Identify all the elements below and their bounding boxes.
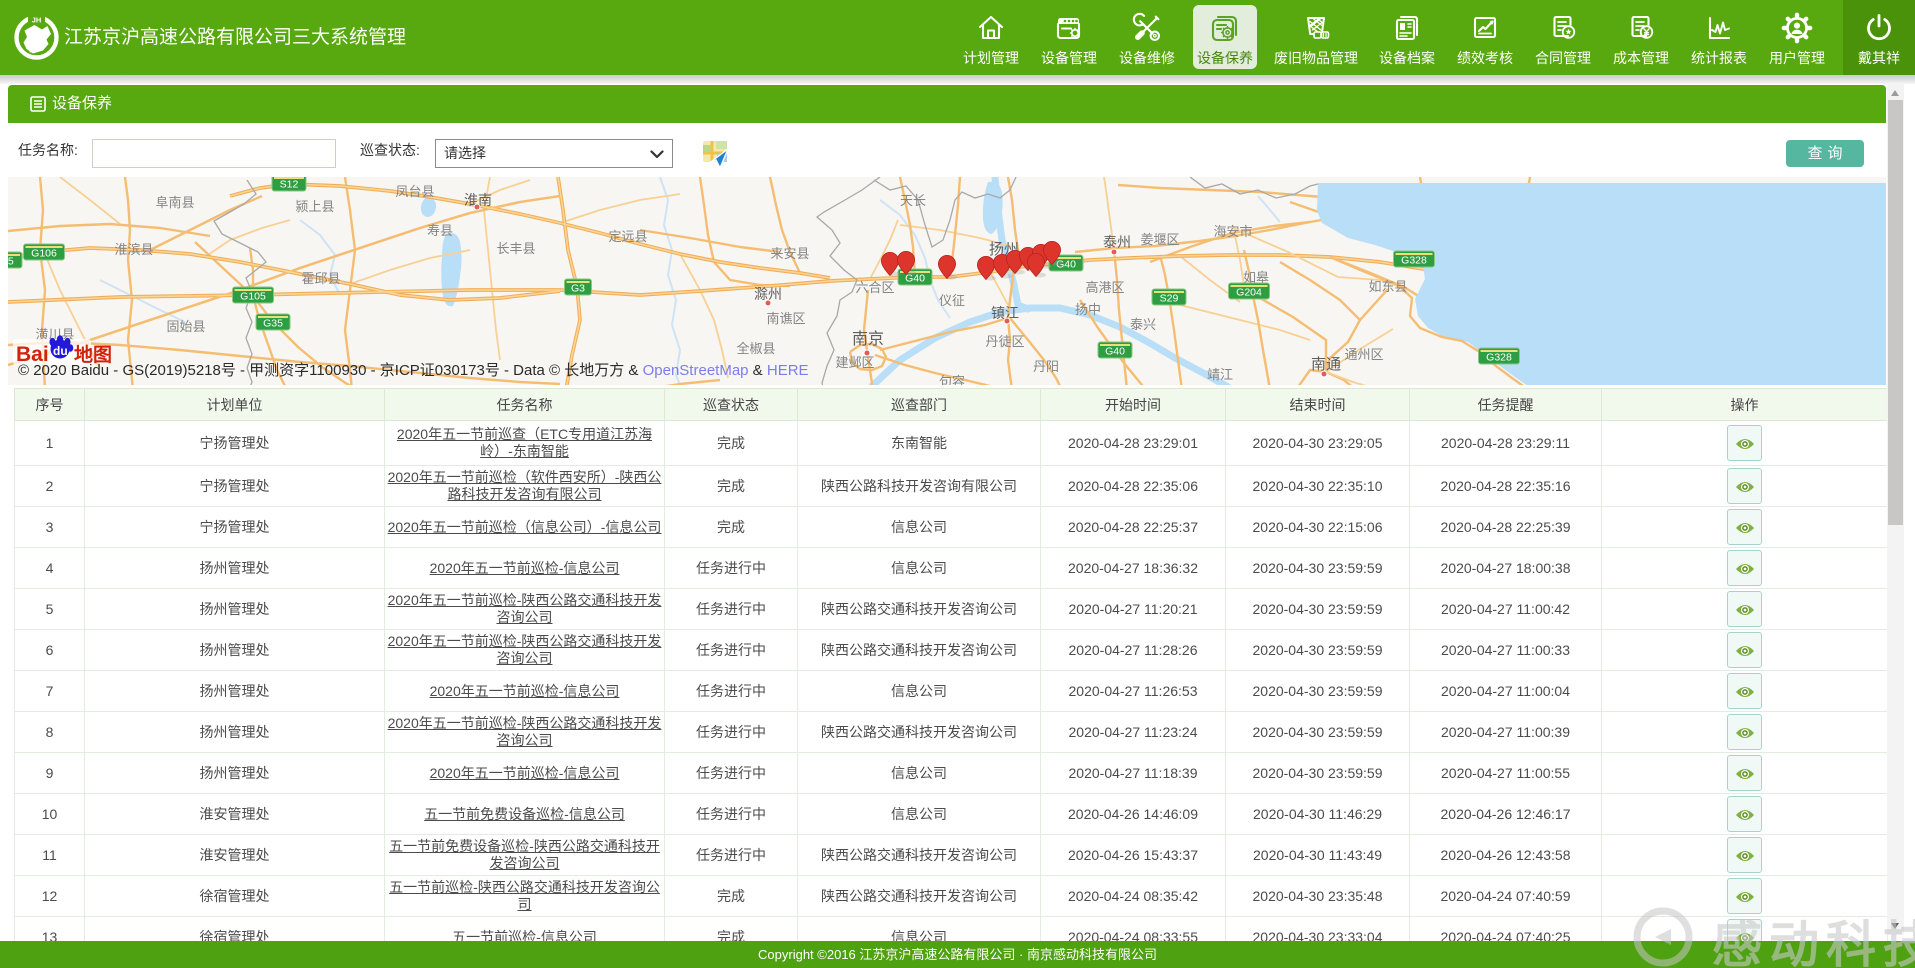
svg-text:海安市: 海安市 [1213,224,1252,239]
svg-text:丹徒区: 丹徒区 [985,334,1024,349]
svg-text:阜南县: 阜南县 [155,195,194,210]
svg-text:霍邱县: 霍邱县 [301,271,340,286]
svg-text:全椒县: 全椒县 [736,341,775,356]
svg-text:凤台县: 凤台县 [395,184,434,199]
svg-text:如东县: 如东县 [1368,279,1407,294]
svg-text:G106: G106 [31,248,57,260]
svg-text:345: 345 [8,256,14,268]
svg-text:定远县: 定远县 [608,229,647,244]
svg-text:天长: 天长 [900,193,926,208]
svg-text:高港区: 高港区 [1085,280,1124,295]
svg-text:长丰县: 长丰县 [496,241,535,256]
svg-text:建邺区: 建邺区 [835,355,874,370]
svg-text:泰兴: 泰兴 [1130,317,1156,332]
svg-text:六合区: 六合区 [855,280,894,295]
svg-text:南通: 南通 [1311,356,1341,373]
svg-text:JH: JH [32,16,42,25]
svg-text:G204: G204 [1236,287,1262,299]
svg-text:泰州: 泰州 [1103,234,1131,250]
svg-text:句容: 句容 [939,374,965,385]
svg-text:颍上县: 颍上县 [295,199,334,214]
svg-text:淮滨县: 淮滨县 [114,242,153,257]
svg-text:寿县: 寿县 [427,223,453,238]
svg-text:© 2020 Baidu - GS(2019)5218号 -: © 2020 Baidu - GS(2019)5218号 - 甲测资字11009… [18,362,809,379]
svg-text:S12: S12 [280,179,299,191]
svg-text:姜堰区: 姜堰区 [1140,232,1179,247]
svg-text:G40: G40 [1105,346,1125,358]
svg-text:G328: G328 [1401,255,1427,267]
svg-text:G328: G328 [1486,352,1512,364]
svg-text:南京: 南京 [852,330,884,348]
svg-text:du: du [53,344,68,358]
svg-text:扬中: 扬中 [1075,302,1101,317]
svg-text:仪征: 仪征 [939,293,965,308]
svg-text:G35: G35 [263,318,283,330]
svg-text:丹阳: 丹阳 [1033,359,1059,374]
svg-text:来安县: 来安县 [770,246,809,261]
svg-text:固始县: 固始县 [166,319,205,334]
svg-text:通州区: 通州区 [1344,347,1383,362]
svg-text:G105: G105 [240,291,266,303]
svg-text:G3: G3 [571,283,585,295]
svg-text:靖江: 靖江 [1207,367,1233,382]
svg-text:S29: S29 [1160,293,1179,305]
svg-text:南谯区: 南谯区 [766,311,805,326]
